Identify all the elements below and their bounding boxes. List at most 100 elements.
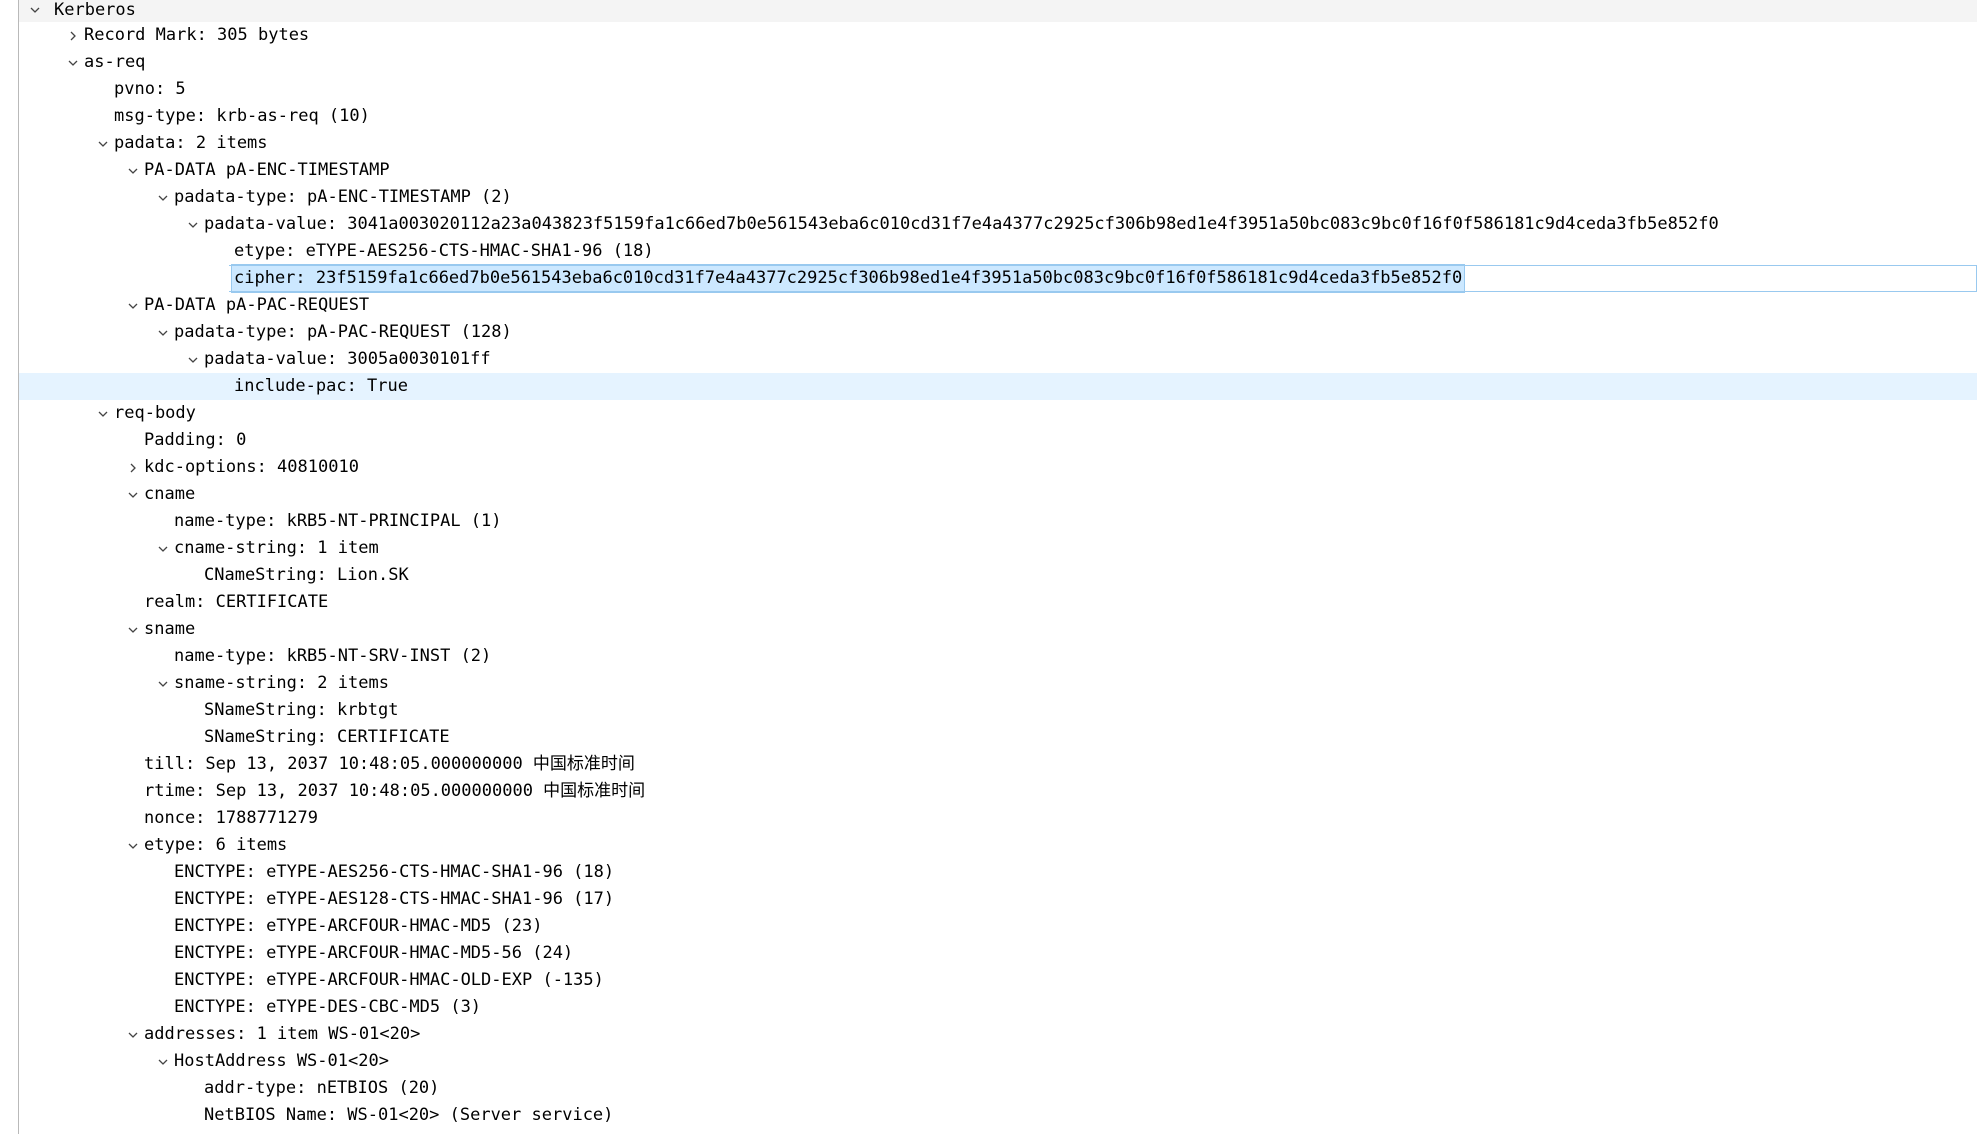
chevron-down-icon[interactable] bbox=[122, 481, 144, 508]
tree-row-sname-string-1[interactable]: SNameString: krbtgt bbox=[19, 697, 1977, 724]
tree-row-netbios-name[interactable]: NetBIOS Name: WS-01<20> (Server service) bbox=[19, 1102, 1977, 1129]
chevron-down-icon[interactable] bbox=[122, 292, 144, 319]
tree-row-enctype[interactable]: ENCTYPE: eTYPE-ARCFOUR-HMAC-MD5-56 (24) bbox=[19, 940, 1977, 967]
tree-row-padata-type-pac-request[interactable]: padata-type: pA-PAC-REQUEST (128) bbox=[19, 319, 1977, 346]
pane-left-edge bbox=[0, 0, 19, 1134]
tree-label-msg-type: msg-type: krb-as-req (10) bbox=[114, 106, 370, 126]
tree-row-padata[interactable]: padata: 2 items bbox=[19, 130, 1977, 157]
tree-label-sname: sname bbox=[144, 619, 196, 639]
chevron-right-icon[interactable] bbox=[122, 454, 144, 481]
tree-label-req-body: req-body bbox=[114, 403, 196, 423]
tree-label-cipher: cipher: 23f5159fa1c66ed7b0e561543eba6c01… bbox=[230, 264, 1466, 293]
tree-row-pvno[interactable]: pvno: 5 bbox=[19, 76, 1977, 103]
tree-label-pvno: pvno: 5 bbox=[114, 79, 186, 99]
tree-label-realm: realm: CERTIFICATE bbox=[144, 592, 329, 612]
tree-label-padata-value-enc-timestamp: padata-value: 3041a003020112a23a043823f5… bbox=[204, 214, 1719, 234]
tree-label-cname-string: cname-string: 1 item bbox=[174, 538, 379, 558]
tree-row-sname-string[interactable]: sname-string: 2 items bbox=[19, 670, 1977, 697]
tree-row-pa-data-pac-request[interactable]: PA-DATA pA-PAC-REQUEST bbox=[19, 292, 1977, 319]
tree-row-host-address[interactable]: HostAddress WS-01<20> bbox=[19, 1048, 1977, 1075]
tree-row-padata-value-enc-timestamp[interactable]: padata-value: 3041a003020112a23a043823f5… bbox=[19, 211, 1977, 238]
chevron-down-icon[interactable] bbox=[122, 616, 144, 643]
tree-label-addr-type: addr-type: nETBIOS (20) bbox=[204, 1078, 440, 1098]
chevron-down-icon[interactable] bbox=[182, 211, 204, 238]
tree-label-enctype: ENCTYPE: eTYPE-ARCFOUR-HMAC-MD5 (23) bbox=[174, 916, 543, 936]
tree-label-addresses: addresses: 1 item WS-01<20> bbox=[144, 1024, 421, 1044]
tree-row-addresses[interactable]: addresses: 1 item WS-01<20> bbox=[19, 1021, 1977, 1048]
chevron-down-icon[interactable] bbox=[182, 346, 204, 373]
chevron-down-icon[interactable] bbox=[122, 157, 144, 184]
tree-row-addr-type[interactable]: addr-type: nETBIOS (20) bbox=[19, 1075, 1977, 1102]
tree-row-sname-string-2[interactable]: SNameString: CERTIFICATE bbox=[19, 724, 1977, 751]
tree-row-record-mark[interactable]: Record Mark: 305 bytes bbox=[19, 22, 1977, 49]
tree-label-rtime: rtime: Sep 13, 2037 10:48:05.000000000 中… bbox=[144, 781, 646, 801]
tree-label-padata-value-pac-request: padata-value: 3005a0030101ff bbox=[204, 349, 491, 369]
tree-row-cname[interactable]: cname bbox=[19, 481, 1977, 508]
tree-row-kdc-options[interactable]: kdc-options: 40810010 bbox=[19, 454, 1977, 481]
tree-row-kerberos[interactable]: Kerberos bbox=[19, 0, 1977, 22]
tree-label-sname-string: sname-string: 2 items bbox=[174, 673, 389, 693]
tree-label-till: till: Sep 13, 2037 10:48:05.000000000 中国… bbox=[144, 754, 635, 774]
tree-label-padding: Padding: 0 bbox=[144, 430, 247, 450]
tree-row-as-req[interactable]: as-req bbox=[19, 49, 1977, 76]
tree-label-enctype: ENCTYPE: eTYPE-DES-CBC-MD5 (3) bbox=[174, 997, 482, 1017]
tree-label-sname-name-type: name-type: kRB5-NT-SRV-INST (2) bbox=[174, 646, 492, 666]
tree-label-enctype: ENCTYPE: eTYPE-ARCFOUR-HMAC-MD5-56 (24) bbox=[174, 943, 574, 963]
tree-label-padata-type-enc-timestamp: padata-type: pA-ENC-TIMESTAMP (2) bbox=[174, 187, 512, 207]
tree-label-etype: etype: 6 items bbox=[144, 835, 288, 855]
chevron-down-icon[interactable] bbox=[152, 184, 174, 211]
chevron-down-icon[interactable] bbox=[152, 670, 174, 697]
packet-details-tree: Kerberos Record Mark: 305 bytes as-req p… bbox=[19, 0, 1977, 1129]
tree-row-enctype[interactable]: ENCTYPE: eTYPE-ARCFOUR-HMAC-MD5 (23) bbox=[19, 913, 1977, 940]
tree-row-pa-data-enc-timestamp[interactable]: PA-DATA pA-ENC-TIMESTAMP bbox=[19, 157, 1977, 184]
chevron-down-icon[interactable] bbox=[92, 130, 114, 157]
tree-label-host-address: HostAddress WS-01<20> bbox=[174, 1051, 389, 1071]
tree-row-req-body[interactable]: req-body bbox=[19, 400, 1977, 427]
tree-label-kerberos: Kerberos bbox=[54, 0, 136, 20]
tree-label-enctype: ENCTYPE: eTYPE-ARCFOUR-HMAC-OLD-EXP (-13… bbox=[174, 970, 604, 990]
tree-row-cname-string-value[interactable]: CNameString: Lion.SK bbox=[19, 562, 1977, 589]
tree-row-padding[interactable]: Padding: 0 bbox=[19, 427, 1977, 454]
chevron-down-icon[interactable] bbox=[152, 535, 174, 562]
tree-row-cname-name-type[interactable]: name-type: kRB5-NT-PRINCIPAL (1) bbox=[19, 508, 1977, 535]
tree-row-till[interactable]: till: Sep 13, 2037 10:48:05.000000000 中国… bbox=[19, 751, 1977, 778]
tree-label-netbios-name: NetBIOS Name: WS-01<20> (Server service) bbox=[204, 1105, 614, 1125]
chevron-right-icon[interactable] bbox=[62, 22, 84, 49]
tree-label-cname: cname bbox=[144, 484, 196, 504]
tree-row-enctype[interactable]: ENCTYPE: eTYPE-AES256-CTS-HMAC-SHA1-96 (… bbox=[19, 859, 1977, 886]
chevron-down-icon[interactable] bbox=[122, 1021, 144, 1048]
chevron-down-icon[interactable] bbox=[122, 832, 144, 859]
tree-row-cipher-selected[interactable]: cipher: 23f5159fa1c66ed7b0e561543eba6c01… bbox=[19, 264, 1977, 293]
chevron-down-icon[interactable] bbox=[152, 1048, 174, 1075]
chevron-down-icon[interactable] bbox=[152, 319, 174, 346]
tree-row-msg-type[interactable]: msg-type: krb-as-req (10) bbox=[19, 103, 1977, 130]
tree-row-include-pac[interactable]: include-pac: True bbox=[19, 373, 1977, 400]
tree-label-enctype: ENCTYPE: eTYPE-AES128-CTS-HMAC-SHA1-96 (… bbox=[174, 889, 615, 909]
tree-label-cname-string-value: CNameString: Lion.SK bbox=[204, 565, 409, 585]
tree-row-padata-type-enc-timestamp[interactable]: padata-type: pA-ENC-TIMESTAMP (2) bbox=[19, 184, 1977, 211]
tree-label-pa-data-enc-timestamp: PA-DATA pA-ENC-TIMESTAMP bbox=[144, 160, 390, 180]
tree-row-enctype[interactable]: ENCTYPE: eTYPE-DES-CBC-MD5 (3) bbox=[19, 994, 1977, 1021]
tree-label-as-req: as-req bbox=[84, 52, 146, 72]
tree-row-etype-value[interactable]: etype: eTYPE-AES256-CTS-HMAC-SHA1-96 (18… bbox=[19, 238, 1977, 265]
tree-row-cname-string[interactable]: cname-string: 1 item bbox=[19, 535, 1977, 562]
tree-label-sname-string-2: SNameString: CERTIFICATE bbox=[204, 727, 450, 747]
chevron-down-icon[interactable] bbox=[92, 400, 114, 427]
tree-label-pa-data-pac-request: PA-DATA pA-PAC-REQUEST bbox=[144, 295, 370, 315]
tree-label-padata-type-pac-request: padata-type: pA-PAC-REQUEST (128) bbox=[174, 322, 512, 342]
tree-label-kdc-options: kdc-options: 40810010 bbox=[144, 457, 359, 477]
tree-row-nonce[interactable]: nonce: 1788771279 bbox=[19, 805, 1977, 832]
chevron-down-icon[interactable] bbox=[24, 0, 46, 20]
tree-label-cname-name-type: name-type: kRB5-NT-PRINCIPAL (1) bbox=[174, 511, 502, 531]
chevron-down-icon[interactable] bbox=[62, 49, 84, 76]
tree-label-record-mark: Record Mark: 305 bytes bbox=[84, 25, 310, 45]
tree-label-include-pac: include-pac: True bbox=[234, 376, 408, 396]
tree-row-rtime[interactable]: rtime: Sep 13, 2037 10:48:05.000000000 中… bbox=[19, 778, 1977, 805]
tree-row-etype[interactable]: etype: 6 items bbox=[19, 832, 1977, 859]
tree-row-enctype[interactable]: ENCTYPE: eTYPE-ARCFOUR-HMAC-OLD-EXP (-13… bbox=[19, 967, 1977, 994]
tree-row-sname-name-type[interactable]: name-type: kRB5-NT-SRV-INST (2) bbox=[19, 643, 1977, 670]
tree-row-enctype[interactable]: ENCTYPE: eTYPE-AES128-CTS-HMAC-SHA1-96 (… bbox=[19, 886, 1977, 913]
tree-row-sname[interactable]: sname bbox=[19, 616, 1977, 643]
tree-row-padata-value-pac-request[interactable]: padata-value: 3005a0030101ff bbox=[19, 346, 1977, 373]
tree-row-realm[interactable]: realm: CERTIFICATE bbox=[19, 589, 1977, 616]
